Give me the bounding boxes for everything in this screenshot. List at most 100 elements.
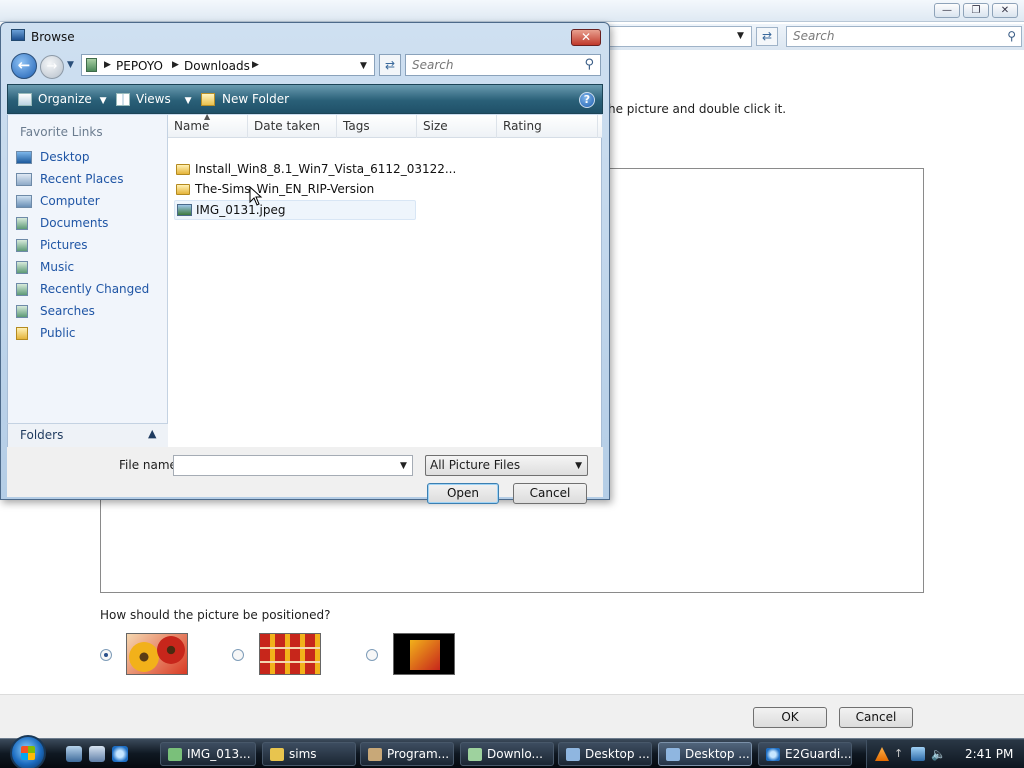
- documents-icon: [16, 217, 28, 230]
- display-icon: [566, 748, 580, 761]
- position-tile-radio[interactable]: [232, 649, 244, 661]
- volume-muted-icon[interactable]: 🔈: [931, 747, 946, 761]
- favorite-links-title: Favorite Links: [20, 125, 103, 139]
- column-tags[interactable]: Tags: [337, 115, 417, 138]
- mouse-pointer-icon: [249, 186, 263, 206]
- column-header-row: ▲ Name Date taken Tags Size Rating: [168, 112, 602, 138]
- refresh-button[interactable]: ⇄: [756, 27, 778, 46]
- chevron-down-icon[interactable]: ▼: [737, 31, 744, 41]
- refresh-button[interactable]: ⇄: [379, 54, 401, 76]
- folders-toggle[interactable]: Folders ▲: [7, 423, 168, 447]
- fav-recently-changed[interactable]: Recently Changed: [16, 280, 166, 300]
- search-icon[interactable]: ⚲: [584, 57, 594, 72]
- task-label: sims: [289, 747, 317, 761]
- search-input[interactable]: Search ⚲: [405, 54, 601, 76]
- fav-music[interactable]: Music: [16, 258, 166, 278]
- search-icon[interactable]: ⚲: [1007, 29, 1016, 43]
- search-placeholder: Search: [412, 58, 454, 72]
- breadcrumb-downloads[interactable]: Downloads: [184, 59, 250, 73]
- command-toolbar: Organize ▼ Views ▼ New Folder ?: [7, 84, 603, 114]
- fav-computer[interactable]: Computer: [16, 192, 166, 212]
- column-label: Name: [174, 119, 210, 133]
- taskbar-item-img[interactable]: IMG_013...: [160, 742, 256, 766]
- fav-public[interactable]: Public: [16, 324, 166, 344]
- chevron-up-icon[interactable]: ↑: [894, 747, 908, 761]
- help-button[interactable]: ?: [579, 92, 595, 108]
- taskbar-item-sims[interactable]: sims: [262, 742, 356, 766]
- task-label: Desktop ...: [585, 747, 650, 761]
- file-type-filter-select[interactable]: All Picture Files ▼: [425, 455, 588, 476]
- chevron-down-icon[interactable]: ▼: [360, 61, 367, 71]
- breadcrumb-separator-icon[interactable]: ▶: [104, 60, 111, 70]
- position-fit-radio[interactable]: [100, 649, 112, 661]
- taskbar: IMG_013... sims Program... Downlo... Des…: [0, 735, 1024, 768]
- organize-label: Organize: [38, 92, 92, 106]
- column-size[interactable]: Size: [417, 115, 497, 138]
- column-rating[interactable]: Rating: [497, 115, 598, 138]
- cancel-button[interactable]: Cancel: [839, 707, 913, 728]
- back-button[interactable]: ←: [11, 53, 37, 79]
- forward-button[interactable]: →: [40, 55, 64, 79]
- fav-documents[interactable]: Documents: [16, 214, 166, 234]
- taskbar-item-desktop-1[interactable]: Desktop ...: [558, 742, 652, 766]
- file-name-input[interactable]: ▼: [173, 455, 413, 476]
- internet-explorer-icon[interactable]: [112, 746, 128, 762]
- position-question: How should the picture be positioned?: [100, 608, 331, 622]
- search-input[interactable]: Search ⚲: [786, 26, 1022, 47]
- fav-recent-places[interactable]: Recent Places: [16, 170, 166, 190]
- minimize-button[interactable]: —: [934, 3, 960, 18]
- chevron-up-icon[interactable]: ▲: [148, 427, 156, 440]
- breadcrumb-separator-icon[interactable]: ▶: [172, 60, 179, 70]
- fav-searches[interactable]: Searches: [16, 302, 166, 322]
- fav-label: Searches: [40, 304, 95, 318]
- instruction-text: he picture and double click it.: [608, 102, 787, 116]
- fav-pictures[interactable]: Pictures: [16, 236, 166, 256]
- chevron-down-icon: ▼: [575, 461, 582, 471]
- views-button[interactable]: Views ▼: [136, 92, 191, 106]
- folder-icon: [176, 184, 190, 195]
- file-row-install-folder[interactable]: Install_Win8_8.1_Win7_Vista_6112_03122..…: [174, 160, 456, 180]
- breadcrumb-separator-icon[interactable]: ▶: [252, 60, 259, 70]
- position-tile-thumbnail[interactable]: [259, 633, 321, 675]
- taskbar-item-e2guardian[interactable]: E2Guardi...: [758, 742, 852, 766]
- ok-button[interactable]: OK: [753, 707, 827, 728]
- taskbar-item-downloads[interactable]: Downlo...: [460, 742, 554, 766]
- vlc-icon[interactable]: [875, 747, 889, 761]
- switch-windows-icon[interactable]: [89, 746, 105, 762]
- close-window-button[interactable]: ✕: [992, 3, 1018, 18]
- folder-icon: [270, 748, 284, 761]
- file-row-sims-folder[interactable]: The-Sims_Win_EN_RIP-Version: [174, 180, 416, 200]
- column-name[interactable]: ▲ Name: [168, 112, 248, 138]
- position-center-thumbnail[interactable]: [393, 633, 455, 675]
- dialog-cancel-button[interactable]: Cancel: [513, 483, 587, 504]
- network-icon[interactable]: [911, 747, 925, 761]
- show-desktop-icon[interactable]: [66, 746, 82, 762]
- views-icon: [116, 93, 130, 106]
- maximize-button[interactable]: ❐: [963, 3, 989, 18]
- fav-desktop[interactable]: Desktop: [16, 148, 166, 168]
- taskbar-item-program[interactable]: Program...: [360, 742, 454, 766]
- breadcrumb-pepoyo[interactable]: PEPOYO: [116, 59, 163, 73]
- position-center-radio[interactable]: [366, 649, 378, 661]
- file-list: ▲ Name Date taken Tags Size Rating Insta…: [168, 112, 602, 447]
- position-fit-thumbnail[interactable]: [126, 633, 188, 675]
- chevron-down-icon[interactable]: ▼: [400, 461, 407, 471]
- new-folder-button[interactable]: New Folder: [222, 92, 289, 106]
- browse-icon: [11, 29, 25, 41]
- column-date-taken[interactable]: Date taken: [248, 115, 337, 138]
- fav-label: Public: [40, 326, 76, 340]
- start-button[interactable]: [10, 735, 46, 768]
- clock[interactable]: 2:41 PM: [965, 747, 1013, 761]
- image-file-icon: [177, 204, 192, 216]
- address-field[interactable]: ▶ PEPOYO ▶ Downloads ▶ ▼: [81, 54, 375, 76]
- address-field[interactable]: ▼: [600, 26, 752, 47]
- taskbar-item-desktop-2[interactable]: Desktop ...: [658, 742, 752, 766]
- dialog-titlebar[interactable]: Browse ✕: [1, 23, 609, 49]
- file-row-img-0131[interactable]: IMG_0131.jpeg: [174, 200, 416, 220]
- computer-icon: [16, 195, 32, 208]
- fav-label: Recent Places: [40, 172, 124, 186]
- dialog-close-button[interactable]: ✕: [571, 29, 601, 46]
- organize-button[interactable]: Organize ▼: [38, 92, 107, 106]
- open-button[interactable]: Open: [427, 483, 499, 504]
- recent-pages-chevron-icon[interactable]: ▼: [67, 60, 74, 70]
